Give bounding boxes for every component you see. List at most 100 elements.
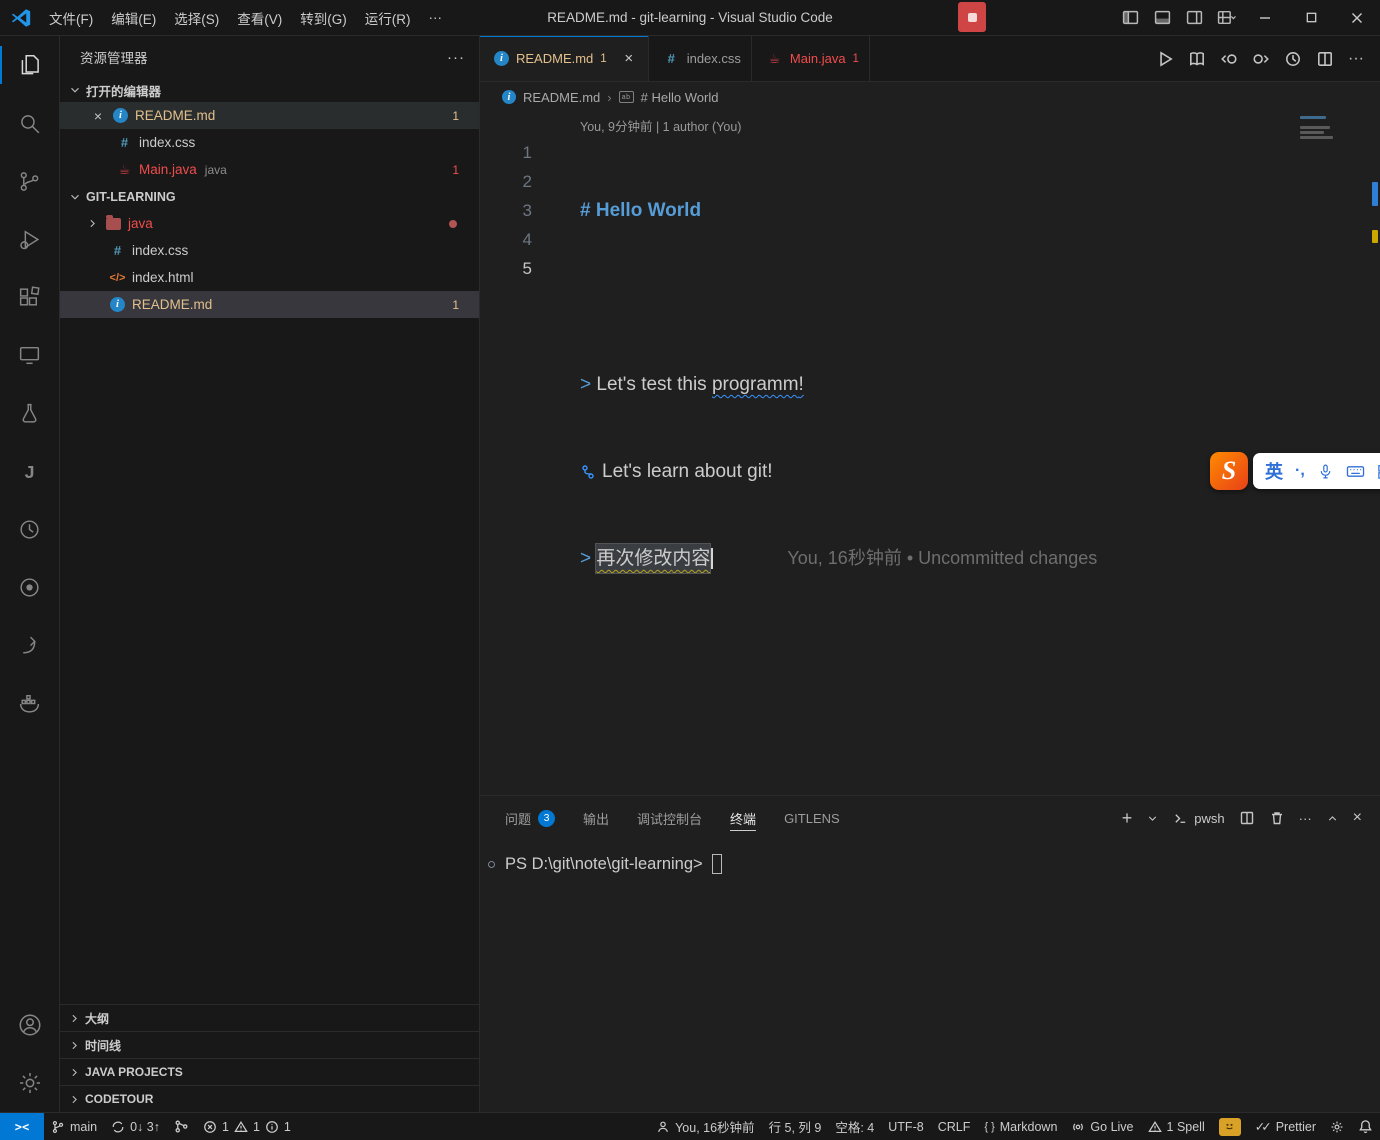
panel-tab-debug-console[interactable]: 调试控制台 — [637, 796, 702, 840]
more-actions-icon[interactable]: ··· — [1348, 50, 1364, 68]
terminal-profile-chevron-icon[interactable] — [1146, 812, 1159, 825]
ime-punctuation-toggle[interactable]: ·, — [1295, 462, 1305, 480]
code-line-2[interactable] — [580, 283, 1097, 312]
menu-run[interactable]: 运行(R) — [356, 3, 420, 33]
breadcrumb-symbol[interactable]: # Hello World — [641, 90, 719, 105]
outline-section[interactable]: 大纲 — [60, 1004, 479, 1031]
status-tool-icon[interactable] — [1323, 1113, 1351, 1140]
breadcrumb-file[interactable]: README.md — [523, 90, 600, 105]
maximize-button[interactable] — [1288, 0, 1334, 35]
panel-tab-output[interactable]: 输出 — [583, 796, 609, 840]
assistant-badge[interactable] — [1212, 1113, 1248, 1140]
container-icon[interactable] — [0, 674, 59, 732]
java-icon[interactable]: J — [0, 442, 59, 500]
codetour-section[interactable]: CODETOUR — [60, 1085, 479, 1112]
terminal[interactable]: PS D:\git\note\git-learning> — [480, 840, 1380, 1112]
sogou-logo[interactable]: S — [1210, 452, 1248, 490]
profiler-icon[interactable] — [0, 500, 59, 558]
indentation[interactable]: 空格: 4 — [828, 1113, 881, 1140]
open-editor-mainjava[interactable]: ☕ Main.java java 1 — [60, 156, 479, 183]
cursor-position[interactable]: 行 5, 列 9 — [762, 1113, 829, 1140]
code-line-1[interactable]: # Hello World — [580, 196, 1097, 225]
open-editor-indexcss[interactable]: # index.css — [60, 129, 479, 156]
panel-more-icon[interactable]: ··· — [1299, 811, 1312, 826]
keyboard-icon[interactable] — [1346, 463, 1365, 480]
tree-file-readme[interactable]: i README.md 1 — [60, 291, 479, 318]
customize-layout-icon[interactable] — [1210, 0, 1242, 35]
menu-view[interactable]: 查看(V) — [228, 3, 291, 33]
extensions-icon[interactable] — [0, 268, 59, 326]
codelens-blame[interactable]: You, 9分钟前 | 1 author (You) — [580, 116, 741, 135]
search-icon[interactable] — [0, 94, 59, 152]
tab-mainjava[interactable]: ☕ Main.java 1 — [752, 36, 870, 81]
project-section[interactable]: GIT-LEARNING — [60, 183, 479, 210]
spell-checker-status[interactable]: 1 Spell — [1141, 1113, 1212, 1140]
toggle-panel-icon[interactable] — [1146, 0, 1178, 35]
close-icon[interactable]: × — [90, 108, 106, 124]
timeline-section[interactable]: 时间线 — [60, 1031, 479, 1058]
open-editors-section[interactable]: 打开的编辑器 — [60, 78, 479, 102]
code-line-3[interactable]: > Let's test this programm! — [580, 370, 1097, 399]
toggle-sidebar-icon[interactable] — [1114, 0, 1146, 35]
panel-tab-terminal[interactable]: 终端 — [730, 796, 756, 840]
target-icon[interactable] — [0, 558, 59, 616]
run-debug-icon[interactable] — [0, 210, 59, 268]
source-control-icon[interactable] — [0, 152, 59, 210]
encoding[interactable]: UTF-8 — [881, 1113, 930, 1140]
prettier-status[interactable]: ✓✓ Prettier — [1248, 1113, 1323, 1140]
tree-file-indexcss[interactable]: # index.css — [60, 237, 479, 264]
ime-language-toggle[interactable]: 英 — [1265, 458, 1283, 484]
tree-folder-java[interactable]: java — [60, 210, 479, 237]
menu-file[interactable]: 文件(F) — [40, 3, 102, 33]
timeline-icon[interactable] — [1284, 50, 1302, 68]
split-editor-icon[interactable] — [1316, 50, 1334, 68]
menu-overflow[interactable]: ··· — [420, 5, 452, 30]
next-change-icon[interactable] — [1252, 50, 1270, 68]
menu-selection[interactable]: 选择(S) — [165, 3, 228, 33]
new-terminal-icon[interactable]: + — [1122, 808, 1133, 829]
close-panel-icon[interactable]: × — [1353, 809, 1362, 827]
code-line-5[interactable]: > 再次修改内容You, 16秒钟前 • Uncommitted changes — [580, 544, 1097, 573]
tree-file-indexhtml[interactable]: </> index.html — [60, 264, 479, 291]
account-icon[interactable] — [0, 996, 59, 1054]
explorer-actions-icon[interactable]: ··· — [447, 49, 465, 66]
menu-edit[interactable]: 编辑(E) — [102, 3, 165, 33]
run-button[interactable] — [1156, 50, 1174, 68]
split-terminal-icon[interactable] — [1239, 810, 1255, 826]
problems-status[interactable]: 1 1 1 — [196, 1113, 298, 1140]
java-projects-section[interactable]: JAVA PROJECTS — [60, 1058, 479, 1085]
close-window-button[interactable] — [1334, 0, 1380, 35]
testing-icon[interactable] — [0, 384, 59, 442]
close-tab-icon[interactable]: × — [620, 50, 638, 67]
command-decoration-icon[interactable] — [488, 861, 495, 868]
go-live-button[interactable]: Go Live — [1064, 1113, 1140, 1140]
settings-gear-icon[interactable] — [0, 1054, 59, 1112]
toggle-secondary-sidebar-icon[interactable] — [1178, 0, 1210, 35]
codetour-icon[interactable] — [0, 616, 59, 674]
minimize-button[interactable] — [1242, 0, 1288, 35]
language-mode[interactable]: { } Markdown — [977, 1113, 1064, 1140]
open-preview-icon[interactable] — [1188, 50, 1206, 68]
eol-sequence[interactable]: CRLF — [931, 1113, 978, 1140]
graph-status[interactable] — [167, 1113, 196, 1140]
remote-indicator[interactable]: >< — [0, 1113, 44, 1140]
tab-readme[interactable]: i README.md 1 × — [480, 36, 649, 81]
branch-status[interactable]: main — [44, 1113, 104, 1140]
explorer-icon[interactable] — [0, 36, 59, 94]
panel-tab-gitlens[interactable]: GITLENS — [784, 796, 840, 840]
terminal-instance-pwsh[interactable]: pwsh — [1173, 811, 1224, 826]
kill-terminal-icon[interactable] — [1269, 810, 1285, 826]
minimap[interactable] — [1300, 114, 1334, 141]
menu-go[interactable]: 转到(G) — [291, 3, 356, 33]
code-line-4[interactable]: Let's learn about git! — [580, 457, 1097, 486]
sync-status[interactable]: 0↓ 3↑ — [104, 1113, 167, 1140]
notifications-bell-icon[interactable] — [1351, 1113, 1380, 1140]
tab-indexcss[interactable]: # index.css — [649, 36, 752, 81]
remote-explorer-icon[interactable] — [0, 326, 59, 384]
maximize-panel-icon[interactable] — [1326, 812, 1339, 825]
blame-status[interactable]: You, 16秒钟前 — [649, 1113, 761, 1140]
microphone-icon[interactable] — [1317, 463, 1334, 480]
prev-change-icon[interactable] — [1220, 50, 1238, 68]
open-editor-readme[interactable]: × i README.md 1 — [60, 102, 479, 129]
panel-tab-problems[interactable]: 问题 3 — [505, 796, 555, 840]
